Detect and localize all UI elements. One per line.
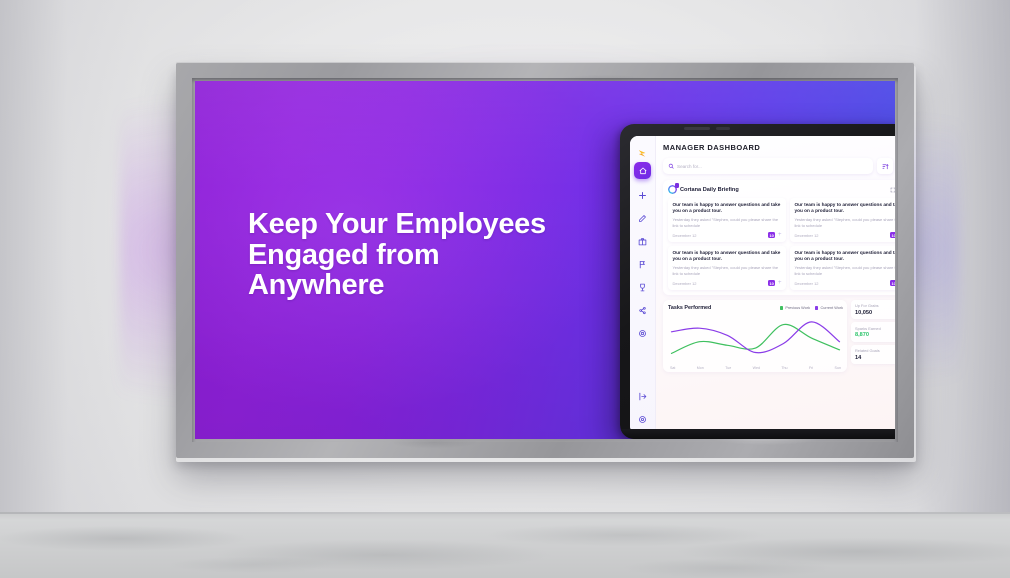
tasks-performed-chart: Tasks Performed Previous Work Current Wo… bbox=[663, 299, 847, 372]
card-badge: 10 bbox=[889, 232, 895, 239]
card-body: Yesterday they asked "Stephen, could you… bbox=[672, 265, 779, 276]
sidebar-item-add[interactable] bbox=[635, 187, 651, 203]
legend-item-previous: Previous Work bbox=[779, 305, 810, 310]
stat-card-related-goals[interactable]: Related Goals 14 bbox=[851, 344, 895, 365]
card-date: December 12 bbox=[794, 280, 819, 286]
x-tick-label: Wed bbox=[752, 365, 760, 370]
page-title: Keep Your Employees Engaged from Anywher… bbox=[248, 209, 578, 301]
briefing-title: Cortana Daily Briefing bbox=[680, 186, 739, 193]
tablet-camera bbox=[716, 127, 730, 130]
briefing-panel: Cortana Daily Briefing ••• bbox=[663, 180, 895, 295]
tablet-device: MANAGER DASHBOARD Search for... Cortana … bbox=[620, 124, 895, 439]
billboard-screen: Keep Your Employees Engaged from Anywher… bbox=[195, 81, 895, 439]
display-frame: Keep Your Employees Engaged from Anywher… bbox=[176, 62, 914, 458]
card-body: Yesterday they asked "Stephen, could you… bbox=[794, 265, 896, 276]
card-date: December 12 bbox=[672, 232, 697, 238]
card-date: December 12 bbox=[672, 280, 697, 286]
sidebar-item-flags[interactable] bbox=[635, 256, 651, 272]
search-input[interactable]: Search for... bbox=[663, 158, 873, 174]
stat-value: 8,870 bbox=[855, 332, 869, 339]
legend-swatch-current bbox=[814, 306, 819, 310]
chart-x-axis: Sat Mon Tue Wed Thu Fri Sun bbox=[668, 365, 843, 370]
x-tick-label: Mon bbox=[696, 365, 704, 370]
sidebar-item-compose[interactable] bbox=[635, 210, 651, 226]
briefing-card[interactable]: Our team is happy to answer questions an… bbox=[790, 198, 895, 242]
stat-label: Up For Grabs bbox=[855, 303, 879, 309]
briefing-card[interactable]: Our team is happy to answer questions an… bbox=[790, 245, 896, 290]
card-badge: 10 bbox=[767, 280, 776, 287]
card-title: Our team is happy to answer questions an… bbox=[794, 249, 896, 262]
app-logo bbox=[630, 144, 655, 162]
card-date: December 12 bbox=[794, 232, 819, 238]
legend-item-current: Current Work bbox=[814, 305, 843, 310]
briefing-card-grid: Our team is happy to answer questions an… bbox=[668, 198, 895, 290]
briefing-card[interactable]: Our team is happy to answer questions an… bbox=[668, 245, 786, 290]
headline-line-1: Keep Your Employees bbox=[248, 208, 546, 240]
sidebar-item-goals[interactable] bbox=[635, 325, 651, 341]
card-badge: 10 bbox=[767, 232, 776, 239]
x-tick-label: Sat bbox=[670, 365, 676, 370]
stat-label: Related Goals bbox=[855, 348, 880, 354]
dashboard-title: MANAGER DASHBOARD bbox=[663, 143, 761, 152]
sidebar-item-logout[interactable] bbox=[635, 388, 651, 404]
app-main: MANAGER DASHBOARD Search for... Cortana … bbox=[656, 136, 895, 434]
card-footer: December 12 10 + bbox=[673, 280, 782, 286]
chart-plot-area bbox=[668, 313, 843, 365]
briefing-header: Cortana Daily Briefing ••• bbox=[668, 183, 895, 194]
headline-line-2: Engaged from bbox=[248, 238, 440, 271]
card-footer: December 12 10 + bbox=[794, 280, 895, 287]
x-tick-label: Fri bbox=[808, 365, 814, 370]
headline-line-3: Anywhere bbox=[248, 269, 385, 302]
sidebar-item-rewards[interactable] bbox=[635, 233, 651, 249]
chart-title: Tasks Performed bbox=[668, 304, 712, 311]
x-tick-label: Sun bbox=[834, 365, 841, 370]
briefing-actions: ••• bbox=[890, 187, 895, 193]
card-add-icon[interactable]: + bbox=[778, 280, 782, 286]
stat-value: 10,050 bbox=[855, 309, 873, 316]
floor-wall-seam bbox=[0, 512, 1010, 514]
sidebar-item-settings[interactable] bbox=[635, 411, 651, 427]
stat-value: 14 bbox=[855, 354, 862, 361]
room-scene: Keep Your Employees Engaged from Anywher… bbox=[0, 0, 1010, 578]
stat-card-sparks-earned[interactable]: Sparks Earned 8,870 bbox=[851, 322, 895, 342]
legend-swatch-previous bbox=[779, 306, 784, 310]
x-tick-label: Tue bbox=[725, 365, 732, 370]
tablet-bottom-bezel bbox=[620, 429, 895, 439]
card-title: Our team is happy to answer questions an… bbox=[672, 249, 781, 262]
card-body: Yesterday they asked "Stephen, could you… bbox=[672, 217, 779, 228]
stats-column: Up For Grabs 10,050 Sparks Earned 8,870 … bbox=[851, 299, 895, 372]
tasks-section: Tasks Performed Previous Work Current Wo… bbox=[663, 299, 895, 372]
search-toolbar: Search for... bbox=[663, 158, 895, 174]
search-icon bbox=[668, 163, 674, 169]
card-footer: December 12 10 + bbox=[673, 232, 782, 238]
card-title: Our team is happy to answer questions an… bbox=[672, 202, 781, 214]
sidebar-item-network[interactable] bbox=[635, 302, 651, 318]
x-tick-label: Thu bbox=[781, 365, 788, 370]
briefing-card[interactable]: Our team is happy to answer questions an… bbox=[668, 198, 786, 242]
tablet-speaker bbox=[684, 127, 710, 130]
card-title: Our team is happy to answer questions an… bbox=[794, 202, 896, 214]
sort-button[interactable] bbox=[877, 158, 893, 174]
chart-line-previous bbox=[670, 323, 841, 354]
card-badge: 10 bbox=[889, 280, 895, 287]
legend-label-current: Current Work bbox=[820, 305, 843, 310]
legend-label-previous: Previous Work bbox=[785, 305, 810, 310]
cortana-icon bbox=[668, 183, 679, 194]
app-sidebar bbox=[630, 136, 656, 434]
floor-texture bbox=[0, 512, 1010, 578]
chart-header: Tasks Performed Previous Work Current Wo… bbox=[668, 305, 843, 311]
card-body: Yesterday they asked "Stephen, could you… bbox=[794, 217, 896, 228]
sidebar-item-home[interactable] bbox=[634, 162, 651, 179]
card-add-icon[interactable]: + bbox=[778, 232, 782, 238]
stat-label: Sparks Earned bbox=[855, 325, 881, 331]
stat-card-up-for-grabs[interactable]: Up For Grabs 10,050 bbox=[851, 299, 895, 320]
search-placeholder: Search for... bbox=[677, 163, 702, 169]
tablet-screen: MANAGER DASHBOARD Search for... Cortana … bbox=[630, 136, 895, 434]
chart-legend: Previous Work Current Work bbox=[779, 305, 843, 310]
card-footer: December 12 10 + bbox=[794, 232, 895, 239]
sidebar-item-recognition[interactable] bbox=[635, 279, 651, 295]
expand-icon[interactable] bbox=[890, 187, 895, 193]
floor bbox=[0, 512, 1010, 578]
